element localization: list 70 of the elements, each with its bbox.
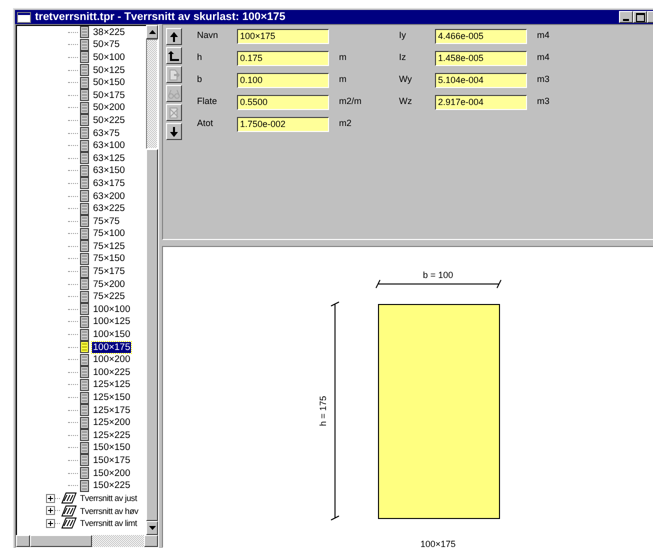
tree-item[interactable]: 100×175 [92,342,132,353]
window-title: tretverrsnitt.tpr - Tverrsnitt av skurlast: 100×175 [35,11,286,23]
tree-item[interactable]: 150×150 [92,442,132,454]
tree-item[interactable]: 150×200 [92,468,132,479]
tree-item[interactable]: Tverrsnitt av høv [79,506,140,516]
field-label: Iy [399,29,408,40]
tree-item[interactable]: 75×150 [92,253,126,264]
tree-item[interactable]: 125×175 [92,404,132,416]
unit-label: m2 [339,117,353,128]
unit-label: m2/m [339,95,362,106]
tree-item[interactable]: 63×150 [92,165,126,176]
height-label: h = 175 [318,396,328,426]
input-field[interactable]: 0.5500 [237,95,329,110]
tree-item[interactable]: 50×100 [92,52,126,63]
tree-item[interactable]: 63×200 [92,190,126,202]
tree-item[interactable]: 125×200 [92,417,132,428]
tree-item[interactable]: 150×225 [92,480,132,492]
unit-label: m [339,73,348,84]
tree-item[interactable]: 75×75 [92,216,121,227]
tree-item[interactable]: 100×150 [92,329,132,340]
tree-item[interactable]: 63×125 [92,152,126,164]
tree-item[interactable]: 75×100 [92,228,126,240]
tree-item[interactable]: 50×125 [92,64,126,76]
tree-item[interactable]: 75×175 [92,266,126,278]
tree-item[interactable]: 50×175 [92,90,126,101]
tree-item[interactable]: 125×125 [92,379,132,390]
field-label: b [197,73,204,84]
field-label: Flate [197,95,218,106]
tree-item[interactable]: 100×100 [92,304,132,315]
input-field[interactable]: 4.466e-005 [435,29,527,44]
field-label: Iz [399,51,408,62]
input-field[interactable]: 0.100 [237,73,329,88]
input-field[interactable]: 1.750e-002 [237,117,329,132]
tree-item[interactable]: 50×225 [92,114,126,126]
tree-item[interactable]: 150×175 [92,454,132,466]
tree-item[interactable]: 125×150 [92,392,132,404]
tree-item[interactable]: 50×200 [92,102,126,114]
unit-label: m4 [537,51,551,62]
unit-label: m4 [537,29,551,40]
field-label: Wy [399,73,413,84]
field-label: Atot [197,117,214,128]
input-field[interactable]: 5.104e-004 [435,73,527,88]
section-caption: 100×175 [420,539,456,547]
field-label: Navn [197,29,220,40]
tree-item[interactable]: 100×125 [92,316,132,328]
field-label: Wz [399,95,413,106]
tree-item[interactable]: 50×150 [92,77,126,88]
tree-item[interactable]: 63×75 [92,128,121,139]
input-field[interactable]: 0.175 [237,51,329,66]
tree-item[interactable]: Tverrsnitt av just [79,493,138,504]
width-label: b = 100 [422,270,454,280]
tree-item[interactable]: 38×225 [92,26,126,38]
tree-item[interactable]: 100×200 [92,354,132,366]
unit-label: m [339,51,348,62]
tree-item[interactable]: Tverrsnitt av limt [79,518,138,528]
tree-item[interactable]: 75×125 [92,240,126,252]
input-field[interactable]: 1.458e-005 [435,51,527,66]
tree-item[interactable]: 50×75 [92,39,121,50]
tree-item[interactable]: 63×175 [92,178,126,189]
tree-item[interactable]: 75×225 [92,291,126,302]
unit-label: m3 [537,95,551,106]
tree-item[interactable]: 63×225 [92,203,126,214]
input-field[interactable]: 100×175 [237,29,329,44]
tree-item[interactable]: 75×200 [92,278,126,290]
unit-label: m3 [537,73,551,84]
input-field[interactable]: 2.917e-004 [435,95,527,110]
tree-item[interactable]: 63×100 [92,140,126,152]
field-label: h [197,51,204,62]
tree-item[interactable]: 100×225 [92,366,132,378]
tree-item[interactable]: 125×225 [92,430,132,441]
